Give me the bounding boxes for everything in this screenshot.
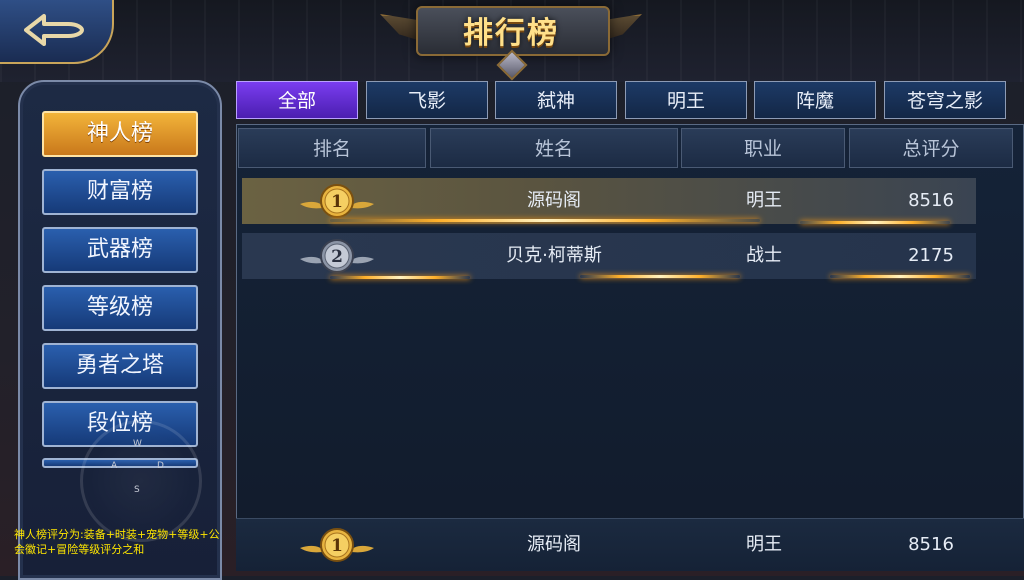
- sparkle-effect: [580, 275, 740, 278]
- my-player-name: 源码阁: [527, 534, 581, 555]
- row-player-class: 战士: [746, 245, 782, 266]
- my-total-score: 8516: [908, 534, 954, 555]
- row-rank: 1: [331, 192, 343, 212]
- column-header-rank: 排名: [238, 128, 426, 168]
- sparkle-effect: [330, 219, 760, 222]
- column-header-name: 姓名: [430, 128, 678, 168]
- row-rank: 2: [331, 247, 343, 267]
- row-player-class: 明王: [746, 190, 782, 211]
- gold-medal-icon: 1: [300, 184, 374, 218]
- joystick-key-down: S: [134, 485, 140, 495]
- sparkle-effect: [330, 276, 470, 279]
- my-rank: 1: [331, 536, 343, 556]
- row-player-name: 源码阁: [527, 190, 581, 211]
- silver-medal-icon: 2: [300, 239, 374, 273]
- tab-all[interactable]: 全部: [236, 81, 358, 119]
- tab-feiying[interactable]: 飞影: [366, 81, 488, 119]
- gold-medal-icon: 1: [300, 528, 374, 562]
- sidebar-item-caifu[interactable]: 财富榜: [42, 169, 198, 215]
- title-emblem: 排行榜: [380, 2, 642, 81]
- joystick-key-left: A: [111, 461, 118, 471]
- category-tabs: 全部 飞影 弑神 明王 阵魔 苍穹之影: [236, 81, 1024, 121]
- my-rank-row: 1 源码阁 明王 8516: [236, 518, 1024, 571]
- score-rule-note: 神人榜评分为:装备+时装+宠物+等级+公会徽记+冒险等级评分之和: [14, 528, 220, 556]
- sparkle-effect: [800, 221, 950, 224]
- back-button[interactable]: [0, 0, 114, 64]
- table-row[interactable]: 2 贝克·柯蒂斯 战士 2175: [242, 233, 976, 279]
- sidebar-item-shenren[interactable]: 神人榜: [42, 111, 198, 157]
- tab-shishen[interactable]: 弑神: [495, 81, 617, 119]
- column-header-class: 职业: [681, 128, 845, 168]
- virtual-joystick[interactable]: W A D S: [80, 420, 202, 542]
- tab-mingwang[interactable]: 明王: [625, 81, 747, 119]
- my-player-class: 明王: [746, 534, 782, 555]
- tab-zhenmo[interactable]: 阵魔: [754, 81, 876, 119]
- column-header-score: 总评分: [849, 128, 1013, 168]
- sidebar-item-yongzhezhita[interactable]: 勇者之塔: [42, 343, 198, 389]
- sidebar-item-dengji[interactable]: 等级榜: [42, 285, 198, 331]
- sparkle-effect: [830, 275, 970, 278]
- back-arrow-icon: [24, 14, 84, 46]
- joystick-key-up: W: [133, 439, 142, 449]
- tab-cangqiongzhiying[interactable]: 苍穹之影: [884, 81, 1006, 119]
- page-title: 排行榜: [463, 16, 559, 51]
- sidebar-item-wuqi[interactable]: 武器榜: [42, 227, 198, 273]
- row-player-name: 贝克·柯蒂斯: [506, 245, 602, 266]
- joystick-key-right: D: [157, 461, 164, 471]
- row-total-score: 8516: [908, 190, 954, 211]
- row-total-score: 2175: [908, 245, 954, 266]
- table-row[interactable]: 1 源码阁 明王 8516: [242, 178, 976, 224]
